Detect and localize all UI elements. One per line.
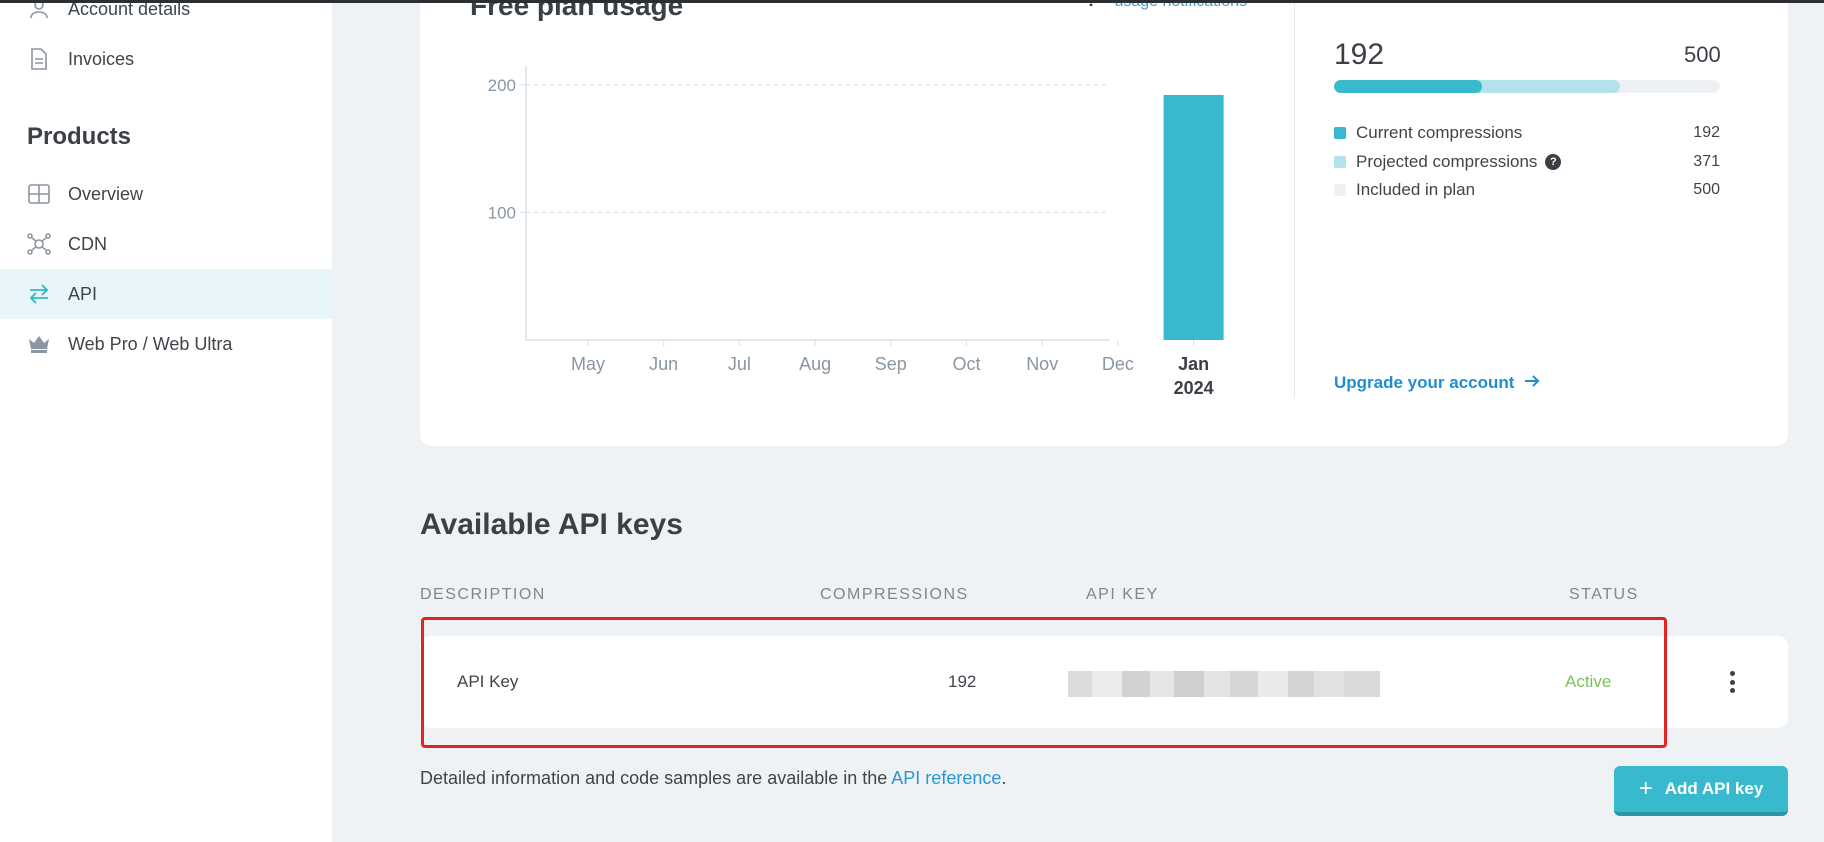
key-compressions: 192 [948, 672, 977, 691]
x-tick-label: Dec [1102, 354, 1134, 374]
add-api-key-label: Add API key [1664, 779, 1764, 798]
compressions-progress-bar [1334, 80, 1720, 93]
arrow-right-icon [1524, 372, 1540, 394]
column-header-description: DESCRIPTION [420, 586, 546, 603]
sidebar-item-label: CDN [68, 233, 107, 254]
x-tick-label: Jul [728, 354, 751, 374]
x-tick-label: Jan [1178, 354, 1209, 374]
sidebar-item-invoices[interactable]: Invoices [0, 34, 332, 84]
legend-label: Included in plan [1356, 180, 1476, 199]
legend-swatch [1334, 156, 1346, 168]
legend-swatch [1334, 184, 1346, 196]
column-header-compressions: COMPRESSIONS [820, 586, 969, 603]
x-tick-label: Nov [1026, 354, 1058, 374]
usage-title: Free plan usage [470, 0, 684, 21]
y-tick-label: 200 [488, 76, 516, 95]
compressions-current: 192 [1334, 38, 1385, 71]
network-icon [27, 232, 51, 256]
legend-swatch [1334, 127, 1346, 139]
api-reference-link[interactable]: API reference [891, 768, 1001, 788]
api-keys-title: Available API keys [420, 508, 683, 541]
question-circle-icon[interactable]: ? [1545, 154, 1562, 170]
legend-value: 192 [1693, 124, 1720, 141]
sidebar-item-label: API [68, 283, 98, 304]
more-options-icon[interactable] [1722, 668, 1742, 696]
add-api-key-button[interactable]: + Add API key [1614, 766, 1788, 816]
crown-icon [27, 332, 51, 356]
sidebar-item-label: Invoices [68, 48, 135, 69]
sidebar: Account details Invoices Products Overvi… [0, 0, 332, 842]
document-icon [27, 47, 51, 71]
legend-projected: Projected compressions ? 371 [1334, 150, 1720, 174]
legend-value: 371 [1693, 153, 1720, 170]
sidebar-item-api[interactable]: API [0, 269, 332, 319]
sidebar-item-label: Overview [68, 183, 144, 204]
legend-label: Current compressions [1356, 123, 1523, 142]
x-tick-label: Jun [649, 354, 678, 374]
legend-value: 500 [1693, 181, 1720, 198]
status-badge: Active [1565, 672, 1612, 691]
x-tick-label: Sep [875, 354, 907, 374]
compressions-total: 500 [1684, 42, 1721, 67]
grid-icon [27, 182, 51, 206]
swap-arrows-icon [27, 282, 51, 306]
x-tick-sublabel: 2024 [1174, 378, 1214, 398]
sidebar-section-title: Products [27, 123, 132, 150]
footer-info: Detailed information and code samples ar… [420, 768, 1007, 788]
card-divider [1294, 0, 1295, 398]
legend-included: Included in plan 500 [1334, 178, 1720, 202]
chart-bar [1163, 94, 1224, 340]
legend-label: Projected compressions [1356, 152, 1538, 171]
x-tick-label: Aug [799, 354, 831, 374]
sidebar-item-overview[interactable]: Overview [0, 169, 332, 219]
upgrade-account-link[interactable]: Upgrade your account [1334, 372, 1540, 394]
current-fill [1334, 80, 1483, 93]
key-description: API Key [457, 672, 519, 691]
column-header-status: STATUS [1569, 586, 1639, 603]
upgrade-label: Upgrade your account [1334, 373, 1515, 392]
column-header-api-key: API KEY [1086, 586, 1159, 603]
top-border [0, 0, 1824, 3]
x-tick-label: May [571, 354, 605, 374]
sidebar-item-cdn[interactable]: CDN [0, 219, 332, 269]
y-tick-label: 100 [488, 203, 516, 222]
x-tick-label: Oct [952, 354, 980, 374]
sidebar-item-account-details[interactable]: Account details [0, 0, 332, 34]
plus-icon: + [1638, 775, 1653, 802]
sidebar-item-web-pro[interactable]: Web Pro / Web Ultra [0, 319, 332, 369]
usage-chart: May Jun Jul Aug Sep Oct Nov Dec Jan 2024 100 200 [488, 66, 1224, 398]
sidebar-item-label: Web Pro / Web Ultra [68, 333, 233, 354]
api-key-value-redacted[interactable] [1068, 671, 1380, 697]
legend-current: Current compressions 192 [1334, 121, 1720, 145]
user-icon [27, 0, 51, 21]
